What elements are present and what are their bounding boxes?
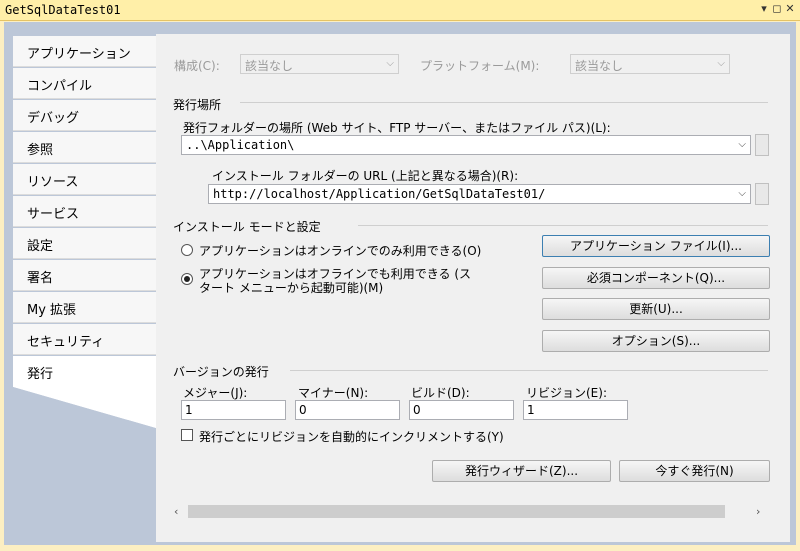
publish-folder-combo[interactable]: ..\Application\ ⌵ <box>181 135 751 155</box>
build-label: ビルド(D): <box>411 386 470 400</box>
scroll-right-icon[interactable]: › <box>756 505 760 518</box>
chevron-down-icon: ⌵ <box>738 188 746 199</box>
minor-input[interactable]: 0 <box>295 400 400 420</box>
application-files-button[interactable]: アプリケーション ファイル(I)... <box>542 235 770 257</box>
major-input[interactable]: 1 <box>181 400 286 420</box>
auto-increment-label: 発行ごとにリビジョンを自動的にインクリメントする(Y) <box>199 430 504 444</box>
chevron-down-icon: ⌵ <box>386 58 394 69</box>
scroll-left-icon[interactable]: ‹ <box>174 505 178 518</box>
divider <box>358 225 768 226</box>
sidebar-item-settings[interactable]: 設定 <box>13 228 156 259</box>
install-url-combo[interactable]: http://localhost/Application/GetSqlDataT… <box>208 184 751 204</box>
install-mode-heading: インストール モードと設定 <box>173 220 321 234</box>
install-url-label: インストール フォルダーの URL (上記と異なる場合)(R): <box>212 169 519 183</box>
publish-now-button[interactable]: 今すぐ発行(N) <box>619 460 770 482</box>
chevron-down-icon: ⌵ <box>717 58 725 69</box>
divider <box>290 370 768 371</box>
offline-available-radio[interactable] <box>181 273 193 285</box>
platform-combo[interactable]: 該当なし ⌵ <box>570 54 730 74</box>
build-input[interactable]: 0 <box>409 400 514 420</box>
close-icon[interactable]: ✕ <box>783 2 797 16</box>
sidebar-item-publish[interactable]: 発行 <box>13 356 159 387</box>
browse-folder-button[interactable] <box>755 134 769 156</box>
restore-icon[interactable]: ◻ <box>770 2 784 16</box>
document-title-bar: GetSqlDataTest01 ▾ ◻ ✕ <box>0 0 800 21</box>
sidebar-item-my-extensions[interactable]: My 拡張 <box>13 292 156 323</box>
online-only-radio[interactable] <box>181 244 193 256</box>
publish-wizard-button[interactable]: 発行ウィザード(Z)... <box>432 460 611 482</box>
minor-label: マイナー(N): <box>298 386 369 400</box>
sidebar-item-compile[interactable]: コンパイル <box>13 68 156 99</box>
major-label: メジャー(J): <box>183 386 248 400</box>
options-button[interactable]: オプション(S)... <box>542 330 770 352</box>
chevron-down-icon: ⌵ <box>738 139 746 150</box>
sidebar-item-services[interactable]: サービス <box>13 196 156 227</box>
sidebar-item-signing[interactable]: 署名 <box>13 260 156 291</box>
platform-label: プラットフォーム(M): <box>420 59 540 73</box>
sidebar-item-security[interactable]: セキュリティ <box>13 324 156 355</box>
publish-folder-label: 発行フォルダーの場所 (Web サイト、FTP サーバー、またはファイル パス)… <box>183 121 611 135</box>
sidebar-item-application[interactable]: アプリケーション <box>13 36 156 67</box>
browse-url-button[interactable] <box>755 183 769 205</box>
sidebar-item-references[interactable]: 参照 <box>13 132 156 163</box>
config-label: 構成(C): <box>174 59 220 73</box>
offline-available-label-line2: タート メニューから起動可能)(M) <box>199 281 384 295</box>
sidebar-item-debug[interactable]: デバッグ <box>13 100 156 131</box>
dropdown-icon[interactable]: ▾ <box>757 2 771 16</box>
divider <box>240 102 768 103</box>
sidebar-item-resources[interactable]: リソース <box>13 164 156 195</box>
revision-input[interactable]: 1 <box>523 400 628 420</box>
document-title: GetSqlDataTest01 <box>5 3 121 17</box>
sidebar-tab-wedge <box>13 387 159 542</box>
updates-button[interactable]: 更新(U)... <box>542 298 770 320</box>
publish-version-heading: バージョンの発行 <box>173 365 269 379</box>
auto-increment-checkbox[interactable] <box>181 429 193 441</box>
scrollbar-thumb[interactable] <box>188 505 725 518</box>
online-only-label: アプリケーションはオンラインでのみ利用できる(O) <box>199 244 482 258</box>
config-combo[interactable]: 該当なし ⌵ <box>240 54 399 74</box>
publish-location-heading: 発行場所 <box>173 98 222 112</box>
revision-label: リビジョン(E): <box>526 386 607 400</box>
prerequisites-button[interactable]: 必須コンポーネント(Q)... <box>542 267 770 289</box>
